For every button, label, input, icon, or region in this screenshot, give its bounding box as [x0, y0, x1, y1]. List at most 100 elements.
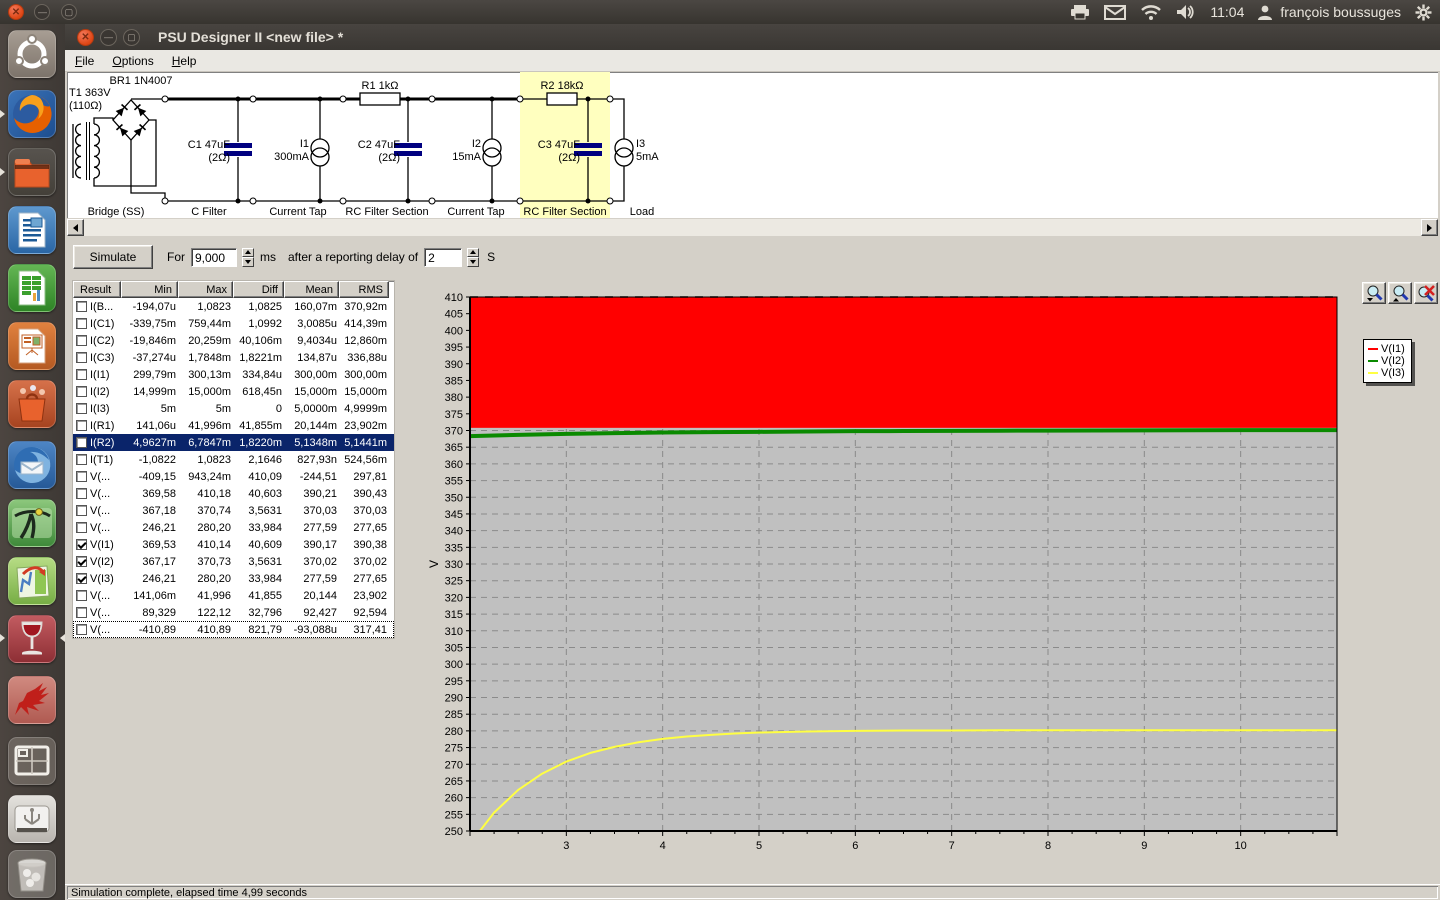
result-max: 1,0823: [180, 301, 235, 313]
dash-home-icon[interactable]: [8, 30, 56, 78]
duration-input[interactable]: 9,000: [191, 248, 237, 267]
column-header-diff[interactable]: Diff: [233, 281, 284, 298]
column-header-result[interactable]: Result: [73, 281, 121, 298]
result-row-vi1[interactable]: V(I1)369,53410,1440,609390,17390,38: [73, 536, 394, 553]
files-icon[interactable]: [8, 148, 56, 196]
result-rms: 317,41: [341, 624, 391, 636]
result-checkbox[interactable]: [76, 488, 87, 499]
wifi-icon[interactable]: [1140, 4, 1162, 20]
duration-spinner[interactable]: [242, 248, 254, 267]
result-row-v[interactable]: V(...-410,89410,89821,79-93,088u317,41: [73, 621, 394, 638]
window-maximize-button[interactable]: ▢: [123, 29, 140, 46]
window-title: PSU Designer II <new file> *: [158, 29, 343, 45]
result-checkbox[interactable]: [76, 590, 87, 601]
window-close-button[interactable]: ✕: [77, 29, 94, 46]
schematic-scrollbar[interactable]: [67, 219, 1438, 236]
gear-icon[interactable]: [1415, 4, 1432, 21]
wine-icon[interactable]: [8, 615, 56, 663]
menu-file[interactable]: File: [67, 52, 102, 70]
result-row-v[interactable]: V(...369,58410,1840,603390,21390,43: [73, 485, 394, 502]
printer-icon[interactable]: [1070, 4, 1090, 20]
clock[interactable]: 11:04: [1210, 4, 1244, 20]
delay-input[interactable]: 2: [424, 248, 462, 267]
result-checkbox[interactable]: [76, 386, 87, 397]
result-checkbox[interactable]: [76, 335, 87, 346]
svg-text:(2Ω): (2Ω): [558, 152, 580, 164]
trash-icon[interactable]: [8, 850, 56, 898]
eagle-pcb-icon[interactable]: [8, 676, 56, 724]
thunderbird-icon[interactable]: [8, 441, 56, 489]
workspace-switcher-icon[interactable]: [8, 737, 56, 785]
result-checkbox[interactable]: [76, 539, 87, 550]
result-row-v[interactable]: V(...246,21280,2033,984277,59277,65: [73, 519, 394, 536]
simulate-button[interactable]: Simulate: [73, 245, 153, 269]
result-checkbox[interactable]: [76, 505, 87, 516]
usb-drive-icon[interactable]: [8, 795, 56, 843]
svg-text:280: 280: [445, 726, 463, 738]
result-row-ii1[interactable]: I(I1)299,79m300,13m334,84u300,00m300,00m: [73, 366, 394, 383]
scroll-right-button[interactable]: [1421, 219, 1438, 236]
panel-maximize-button[interactable]: ▢: [61, 4, 77, 20]
result-row-ic1[interactable]: I(C1)-339,75m759,44m1,09923,0085u414,39m: [73, 315, 394, 332]
result-checkbox[interactable]: [76, 301, 87, 312]
motion-app-icon[interactable]: [8, 499, 56, 547]
menu-options[interactable]: Options: [104, 52, 161, 70]
results-table[interactable]: ResultMinMaxDiffMeanRMS I(B...-194,07u1,…: [73, 281, 394, 638]
zoom-reset-button[interactable]: [1414, 282, 1438, 304]
result-row-ii3[interactable]: I(I3)5m5m05,0000m4,9999m: [73, 400, 394, 417]
result-row-v[interactable]: V(...367,18370,743,5631370,03370,03: [73, 502, 394, 519]
result-row-ii2[interactable]: I(I2)14,999m15,000m618,45n15,000m15,000m: [73, 383, 394, 400]
menu-help[interactable]: Help: [164, 52, 205, 70]
legend-label: V(I1): [1381, 343, 1405, 355]
panel-close-button[interactable]: ✕: [8, 4, 24, 20]
result-row-v[interactable]: V(...-409,15943,24m410,09-244,51297,81: [73, 468, 394, 485]
libreoffice-impress-icon[interactable]: [8, 322, 56, 370]
result-checkbox[interactable]: [76, 522, 87, 533]
panel-minimize-button[interactable]: —: [34, 4, 50, 20]
result-max: 410,89: [180, 624, 235, 636]
result-row-ir2[interactable]: I(R2)4,9627m6,7847m1,8220m5,1348m5,1441m: [73, 434, 394, 451]
firefox-icon[interactable]: [8, 90, 56, 138]
column-header-rms[interactable]: RMS: [339, 281, 389, 298]
mail-icon[interactable]: [1104, 5, 1126, 20]
result-checkbox[interactable]: [76, 607, 87, 618]
result-checkbox[interactable]: [76, 573, 87, 584]
result-label: V(...: [90, 607, 123, 619]
result-row-v[interactable]: V(...141,06m41,99641,85520,14423,902: [73, 587, 394, 604]
result-row-ib[interactable]: I(B...-194,07u1,08231,0825160,07m370,92m: [73, 298, 394, 315]
column-header-mean[interactable]: Mean: [284, 281, 339, 298]
result-checkbox[interactable]: [76, 318, 87, 329]
column-header-min[interactable]: Min: [121, 281, 178, 298]
volume-icon[interactable]: [1176, 4, 1196, 20]
window-titlebar[interactable]: ✕ — ▢ PSU Designer II <new file> *: [65, 24, 1440, 50]
result-row-ic3[interactable]: I(C3)-37,274u1,7848m1,8221m134,87u336,88…: [73, 349, 394, 366]
scroll-left-button[interactable]: [67, 219, 84, 236]
zoom-in-button[interactable]: [1362, 282, 1386, 304]
result-checkbox[interactable]: [76, 454, 87, 465]
result-checkbox[interactable]: [76, 556, 87, 567]
chart-canvas[interactable]: 2502552602652702752802852902953003053103…: [400, 277, 1440, 884]
window-minimize-button[interactable]: —: [100, 29, 117, 46]
libreoffice-calc-icon[interactable]: [8, 264, 56, 312]
result-row-vi3[interactable]: V(I3)246,21280,2033,984277,59277,65: [73, 570, 394, 587]
result-row-ir1[interactable]: I(R1)141,06u41,996m41,855m20,144m23,902m: [73, 417, 394, 434]
result-checkbox[interactable]: [76, 369, 87, 380]
software-center-icon[interactable]: [8, 380, 56, 428]
result-checkbox[interactable]: [76, 471, 87, 482]
result-checkbox[interactable]: [76, 420, 87, 431]
schematic-panel[interactable]: T1 363V (110Ω) BR1 1N4007 C1 47uF (2Ω) I…: [67, 72, 1438, 218]
zoom-out-button[interactable]: [1388, 282, 1412, 304]
result-row-it1[interactable]: I(T1)-1,08221,08232,1646827,93n524,56m: [73, 451, 394, 468]
result-row-ic2[interactable]: I(C2)-19,846m20,259m40,106m9,4034u12,860…: [73, 332, 394, 349]
result-checkbox[interactable]: [76, 403, 87, 414]
result-checkbox[interactable]: [76, 352, 87, 363]
route-planner-icon[interactable]: [8, 557, 56, 605]
session-username[interactable]: françois boussuges: [1280, 4, 1401, 20]
delay-spinner[interactable]: [467, 248, 479, 267]
result-checkbox[interactable]: [76, 437, 87, 448]
result-row-v[interactable]: V(...89,329122,1232,79692,42792,594: [73, 604, 394, 621]
column-header-max[interactable]: Max: [178, 281, 233, 298]
result-row-vi2[interactable]: V(I2)367,17370,733,5631370,02370,02: [73, 553, 394, 570]
result-checkbox[interactable]: [76, 624, 87, 635]
libreoffice-writer-icon[interactable]: [8, 206, 56, 254]
